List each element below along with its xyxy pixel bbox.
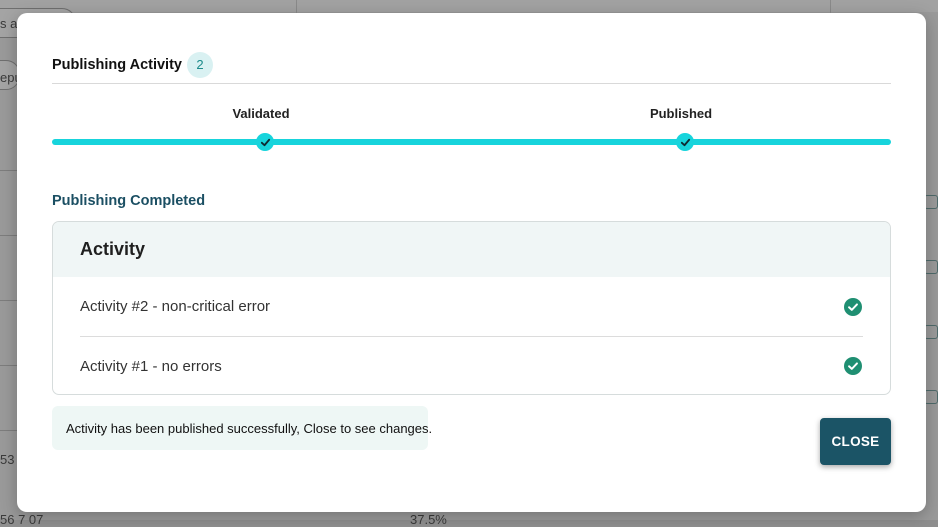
progress-track xyxy=(52,139,891,145)
background-row-divider xyxy=(0,170,18,171)
activity-item-text: Activity #2 - non-critical error xyxy=(80,298,271,315)
success-message: Activity has been published successfully… xyxy=(52,406,432,450)
background-link-icon xyxy=(924,195,938,209)
dialog-header: Publishing Activity 2 xyxy=(52,48,891,84)
background-link-icon xyxy=(924,260,938,274)
publishing-progress-stepper: Validated Published xyxy=(52,98,891,158)
background-row-divider xyxy=(0,365,18,366)
activity-count-badge: 2 xyxy=(186,51,213,78)
background-row-divider xyxy=(0,430,18,431)
background-link-icon xyxy=(924,325,938,339)
background-top-bar xyxy=(0,0,938,12)
checkmark-icon xyxy=(260,138,270,146)
activity-list-header: Activity xyxy=(53,222,890,277)
background-link-icon xyxy=(924,390,938,404)
step-label-published: Published xyxy=(649,106,713,121)
check-circle-icon xyxy=(844,357,862,375)
close-button[interactable]: CLOSE xyxy=(820,418,891,465)
step-published-check-icon xyxy=(676,133,694,151)
activity-item-text: Activity #1 - no errors xyxy=(80,357,222,375)
checkmark-icon xyxy=(680,138,690,146)
publishing-activity-dialog: Publishing Activity 2 Validated Publishe… xyxy=(17,13,926,512)
publishing-status-heading: Publishing Completed xyxy=(52,193,206,209)
activity-list-card: Activity Activity #2 - non-critical erro… xyxy=(52,221,891,395)
background-row-divider xyxy=(0,235,18,236)
background-row-divider xyxy=(0,300,18,301)
dialog-title: Publishing Activity xyxy=(52,56,182,73)
activity-list-title: Activity xyxy=(80,239,146,259)
step-label-validated: Validated xyxy=(232,106,290,121)
list-item: Activity #1 - no errors xyxy=(80,336,863,394)
step-validated-check-icon xyxy=(256,133,274,151)
list-item: Activity #2 - non-critical error xyxy=(80,277,863,336)
check-circle-icon xyxy=(844,297,862,316)
